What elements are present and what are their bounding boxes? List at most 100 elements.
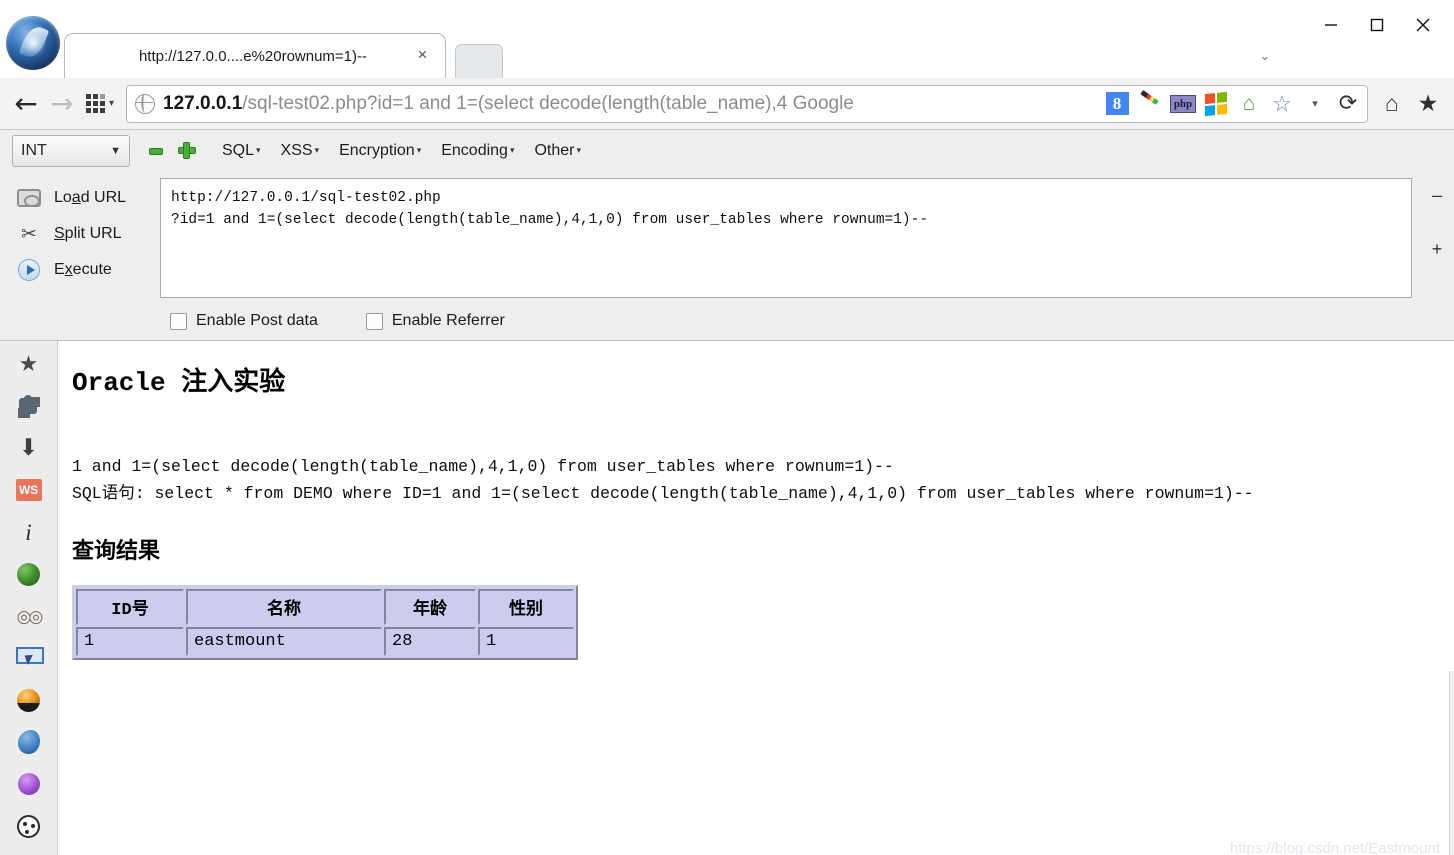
ws-badge-icon: WS xyxy=(15,479,42,501)
address-bar-text: 127.0.0.1/sql-test02.php?id=1 and 1=(sel… xyxy=(163,93,1098,115)
web-page: Oracle 注入实验 1 and 1=(select decode(lengt… xyxy=(58,341,1454,855)
chevron-down-icon: ▾ xyxy=(256,145,261,155)
forward-arrow-icon: → xyxy=(50,86,74,120)
sidebar-item-glasses[interactable]: ◎◎ xyxy=(10,601,48,631)
minimize-button[interactable] xyxy=(1308,4,1354,46)
chevron-down-icon: ▼ xyxy=(110,145,121,157)
firefox-logo-wing xyxy=(18,23,50,61)
home-button[interactable]: ⌂ xyxy=(1374,86,1410,122)
green-globe-icon xyxy=(17,562,40,586)
info-icon: i xyxy=(25,519,32,545)
forward-button[interactable]: → xyxy=(44,86,80,122)
hackbar-checkbox-row: Enable Post data Enable Referrer xyxy=(0,302,1454,340)
address-bar-icons: 8 php ⌂ ☆ ▾ ⟳ xyxy=(1098,91,1361,117)
hackbar-menu-row: INT ▼ SQL ▾ XSS ▾ Encryption ▾ Encoding ▾ Ot… xyxy=(0,130,1454,172)
watermark: https://blog.csdn.net/Eastmount xyxy=(1229,840,1440,855)
bookmarks-button[interactable]: ★ xyxy=(1410,86,1446,122)
split-url-label: Split URL xyxy=(54,225,122,242)
bookmark-star-outline-icon[interactable]: ☆ xyxy=(1269,91,1295,117)
hackbar-menu-xss-label: XSS xyxy=(280,142,313,159)
extension-sidebar: ★ ⬇ WS i ◎◎ xyxy=(0,341,58,855)
enable-referrer-checkbox[interactable]: Enable Referrer xyxy=(365,312,505,330)
hackbar-menu-encoding-label: Encoding xyxy=(441,142,508,159)
hackbar-panel: INT ▼ SQL ▾ XSS ▾ Encryption ▾ Encoding ▾ Ot… xyxy=(0,130,1454,341)
browser-window: http://127.0.0....e%20rownum=1)-- × ⌄ ← … xyxy=(0,0,1454,855)
execute-label: Execute xyxy=(54,261,112,278)
firefox-logo-icon xyxy=(6,16,60,70)
load-url-button[interactable]: Load URL xyxy=(0,180,160,216)
checkbox-box[interactable] xyxy=(170,312,187,330)
enable-referrer-label: Enable Referrer xyxy=(391,312,505,329)
maximize-button[interactable] xyxy=(1354,4,1400,46)
reload-icon[interactable]: ⟳ xyxy=(1335,91,1361,117)
download-arrow-icon: ⬇ xyxy=(18,434,39,461)
hackbar-decrement-button[interactable] xyxy=(142,137,170,165)
sidebar-item-firebug[interactable] xyxy=(10,685,48,715)
content-right-edge xyxy=(1449,671,1454,855)
table-header-cell: 年龄 xyxy=(384,589,476,626)
tab-list-chevron-down-icon[interactable]: ⌄ xyxy=(1254,48,1276,70)
split-url-button[interactable]: ✂ Split URL xyxy=(0,216,160,252)
tab-close-icon[interactable]: × xyxy=(414,46,431,64)
php-icon[interactable]: php xyxy=(1170,91,1196,117)
execute-button[interactable]: Execute xyxy=(0,252,160,288)
hackbar-url-textarea[interactable]: http://127.0.0.1/sql-test02.php ?id=1 an… xyxy=(160,178,1412,298)
hackbar-shrink-button[interactable]: – xyxy=(1432,186,1442,204)
query-result-table: ID号 名称 年龄 性别 1 eastmount 28 1 xyxy=(72,585,578,661)
close-button[interactable] xyxy=(1400,4,1446,46)
checkbox-box[interactable] xyxy=(365,312,383,330)
sidebar-item-virus[interactable] xyxy=(10,769,48,799)
element-picker-icon xyxy=(15,647,44,669)
hackbar-menu-encryption[interactable]: Encryption ▾ xyxy=(329,138,431,164)
sql-output-block: 1 and 1=(select decode(length(table_name… xyxy=(72,453,1454,507)
hackbar-action-list: Load URL ✂ Split URL Execute xyxy=(0,174,160,302)
sidebar-item-star[interactable]: ★ xyxy=(10,349,48,379)
address-bar[interactable]: 127.0.0.1/sql-test02.php?id=1 and 1=(sel… xyxy=(126,84,1368,123)
apps-grid-icon[interactable] xyxy=(86,94,105,113)
enable-post-data-checkbox[interactable]: Enable Post data xyxy=(170,312,318,330)
window-controls xyxy=(1308,4,1446,46)
chevron-down-icon: ▾ xyxy=(416,145,422,155)
google-icon[interactable]: 8 xyxy=(1104,91,1130,117)
windows-icon[interactable] xyxy=(1203,91,1229,117)
hackbar-menu-sql[interactable]: SQL ▾ xyxy=(212,138,271,164)
hackbar-menu-other-label: Other xyxy=(534,142,575,159)
sidebar-item-element-picker[interactable] xyxy=(10,643,48,673)
result-title: 查询结果 xyxy=(72,540,161,566)
browser-tab[interactable]: http://127.0.0....e%20rownum=1)-- × xyxy=(64,33,446,78)
table-row: 1 eastmount 28 1 xyxy=(76,627,574,657)
colorzilla-pen-icon[interactable] xyxy=(1137,91,1163,117)
hackbar-type-select[interactable]: INT ▼ xyxy=(12,135,130,167)
home-green-icon[interactable]: ⌂ xyxy=(1236,91,1262,117)
puzzle-icon xyxy=(17,395,41,417)
chevron-down-icon: ▾ xyxy=(509,145,515,155)
sidebar-item-info[interactable]: i xyxy=(10,517,48,547)
sql-statement-line: SQL语句: select * from DEMO where ID=1 and… xyxy=(72,484,1254,504)
table-cell: 1 xyxy=(478,627,574,657)
hackbar-menu-encoding[interactable]: Encoding ▾ xyxy=(431,138,524,164)
hackbar-increment-button[interactable] xyxy=(174,137,202,165)
execute-play-icon xyxy=(16,258,42,282)
hackbar-type-value: INT xyxy=(21,142,47,159)
back-arrow-icon: ← xyxy=(14,86,38,120)
hackbar-grow-button[interactable]: + xyxy=(1432,240,1443,258)
sidebar-item-addons[interactable] xyxy=(10,391,48,421)
enable-post-data-label: Enable Post data xyxy=(196,312,318,329)
apps-chevron-down-icon[interactable]: ▾ xyxy=(109,98,114,109)
sidebar-item-cookie[interactable] xyxy=(10,811,48,841)
seahorse-icon xyxy=(17,730,40,754)
table-cell: 28 xyxy=(384,627,476,657)
sidebar-item-globe[interactable] xyxy=(10,559,48,589)
hackbar-menu-xss[interactable]: XSS ▾ xyxy=(271,138,330,164)
virus-icon xyxy=(17,773,40,795)
overflow-chevron-down-icon[interactable]: ▾ xyxy=(1302,91,1328,117)
back-button[interactable]: ← xyxy=(8,86,44,122)
table-header-cell: ID号 xyxy=(76,589,184,626)
hackbar-menu-other[interactable]: Other ▾ xyxy=(524,138,591,164)
new-tab-button[interactable] xyxy=(455,44,503,78)
sidebar-item-webscraper[interactable]: WS xyxy=(10,475,48,505)
sidebar-item-downloads[interactable]: ⬇ xyxy=(10,433,48,463)
home-icon: ⌂ xyxy=(1385,90,1399,116)
chevron-down-icon: ▾ xyxy=(314,145,320,155)
sidebar-item-seahorse[interactable] xyxy=(10,727,48,757)
